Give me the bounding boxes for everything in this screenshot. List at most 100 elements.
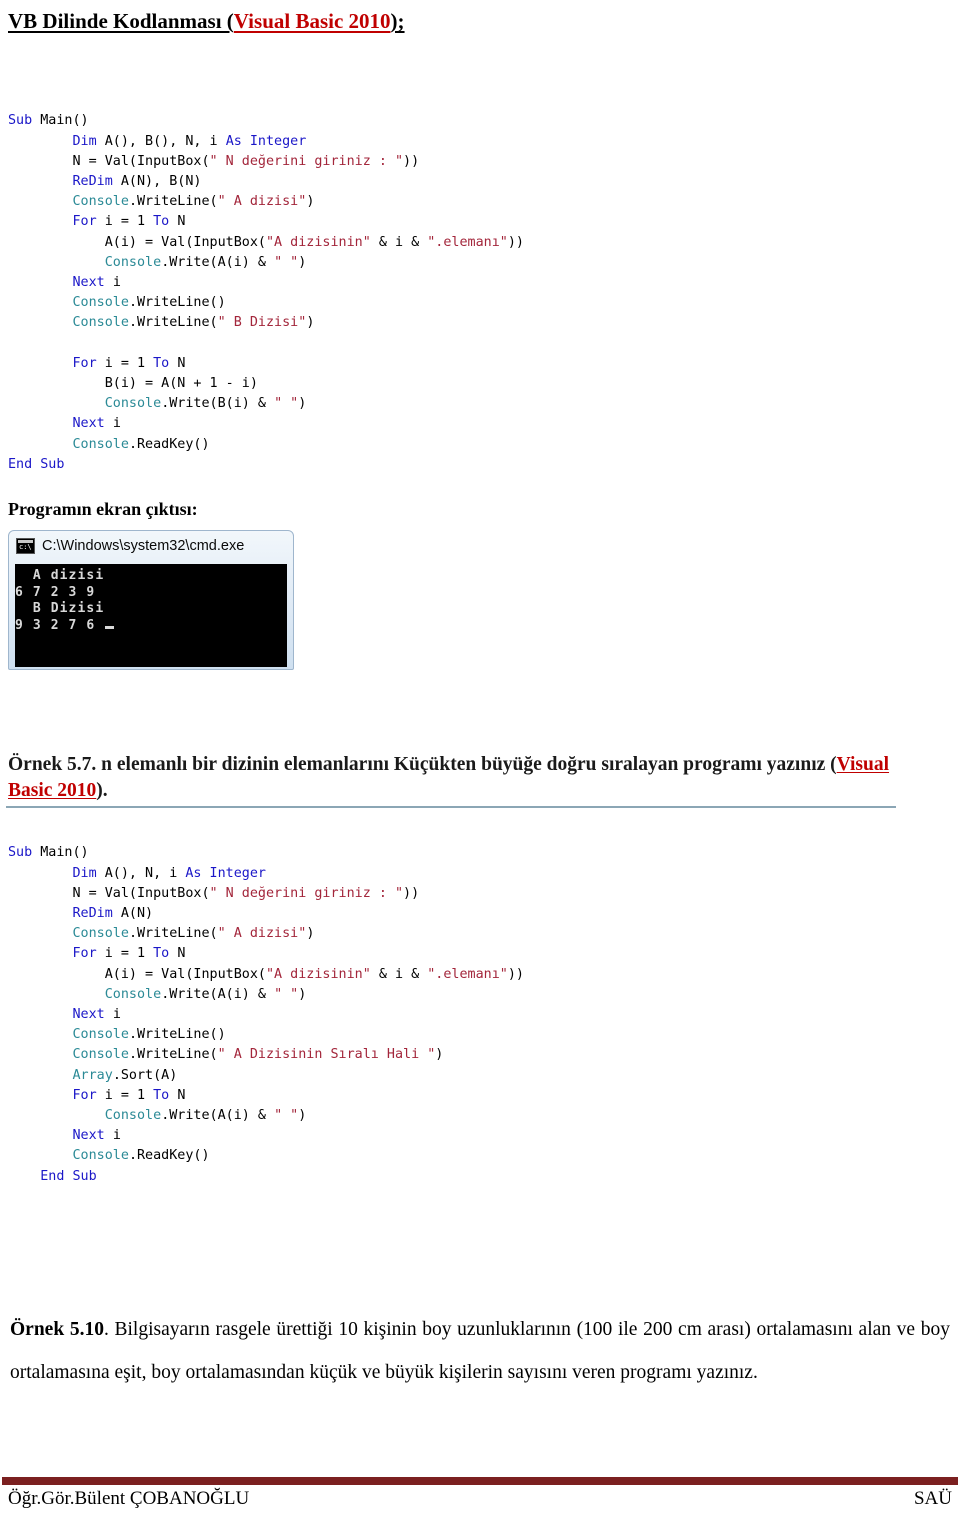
console-output-body: A dizisi 6 7 2 3 9 B Dizisi 9 3 2 7 6 (15, 564, 287, 667)
code-block-sort-array: Sub Main() Dim A(), N, i As Integer N = … (8, 843, 524, 1186)
code-token: A(i) = Val(InputBox( (8, 966, 266, 982)
code-token: ) (298, 986, 307, 1002)
exercise-57-label: Örnek 5.7. (8, 754, 97, 775)
cmd-icon (16, 538, 35, 554)
code-token: .WriteLine() (128, 295, 226, 311)
code-token: "A dizisinin" (265, 234, 371, 250)
code-token: Console (104, 986, 162, 1002)
code-token: " A Dizisinin Sıralı Hali " (217, 1047, 436, 1063)
code-token: " N değerini giriniz : " (209, 885, 404, 901)
code-token: ) (435, 1047, 444, 1063)
page-footer: Öğr.Gör.Bülent ÇOBANOĞLU SAÜ (8, 1488, 952, 1510)
code-token: " " (274, 254, 299, 270)
code-token: .Write(A(i) & (161, 1108, 275, 1124)
code-token: Next (72, 1128, 113, 1144)
code-token: " B Dizisi" (217, 315, 307, 331)
code-token: End Sub (8, 456, 65, 472)
code-token: To (153, 214, 178, 230)
code-token: Console (72, 194, 129, 210)
code-token: ) (306, 926, 315, 942)
code-token: " A dizisi" (217, 194, 307, 210)
code-token: ReDim (72, 906, 121, 921)
code-token: ) (298, 396, 307, 412)
code-token: Next (72, 275, 113, 291)
code-token: Console (72, 1047, 129, 1063)
code-token: .Write(B(i) & (161, 396, 275, 412)
code-token: i (112, 416, 121, 432)
code-token: For (72, 355, 105, 371)
code-token: Console (104, 396, 162, 412)
exercise-510-text: . Bilgisayarın rasgele ürettiği 10 kişin… (10, 1319, 950, 1383)
code-token: Console (104, 254, 162, 270)
code-token: & i & (370, 966, 428, 982)
footer-author: Öğr.Gör.Bülent ÇOBANOĞLU (8, 1488, 250, 1509)
code-token: i (112, 275, 121, 291)
code-token: i = 1 (104, 355, 154, 371)
code-token: Console (72, 436, 129, 452)
code-token: Array (72, 1067, 113, 1083)
code-token: .Write(A(i) & (161, 254, 275, 270)
code-token: For (72, 946, 105, 962)
code-token: End Sub (40, 1168, 97, 1184)
exercise-510-paragraph: Örnek 5.10. Bilgisayarın rasgele ürettiğ… (10, 1308, 950, 1394)
code-token: .Write(A(i) & (161, 986, 275, 1002)
code-token: i (112, 1128, 121, 1144)
console-titlebar: C:\Windows\system32\cmd.exe (9, 531, 293, 561)
code-token: Console (72, 295, 129, 311)
console-line: B Dizisi (15, 601, 105, 616)
code-token: N (177, 1087, 186, 1103)
code-token: " " (274, 986, 299, 1002)
code-token: " A dizisi" (217, 926, 307, 942)
code-token: ) (298, 1108, 307, 1124)
page-title-tail: ); (390, 9, 405, 33)
code-token: Sub (8, 845, 41, 861)
code-token: For (72, 214, 105, 230)
exercise-57-heading: Örnek 5.7. n elemanlı bir dizinin eleman… (8, 752, 898, 804)
code-token: " " (274, 1108, 299, 1124)
console-title-text: C:\Windows\system32\cmd.exe (42, 538, 245, 554)
code-token: N (177, 214, 186, 230)
code-token: .WriteLine( (128, 194, 218, 210)
code-token: )) (507, 966, 524, 982)
code-token: A(N) (120, 906, 154, 921)
code-token: As Integer (185, 865, 266, 881)
code-token: .WriteLine( (128, 926, 218, 942)
code-token: " " (274, 396, 299, 412)
code-token: N (177, 355, 186, 371)
section-divider (6, 806, 896, 808)
code-token: i = 1 (104, 214, 154, 230)
code-token: )) (403, 885, 420, 901)
console-line: 6 7 2 3 9 (15, 584, 96, 600)
code-token: ".elemanı" (427, 966, 508, 982)
code-token: As Integer (225, 133, 307, 149)
footer-institution: SAÜ (913, 1488, 952, 1509)
document-page: VB Dilinde Kodlanması (Visual Basic 2010… (0, 0, 960, 1518)
code-token: B(i) = A(N + 1 - i) (8, 376, 258, 392)
code-token: N = Val(InputBox( (8, 885, 210, 901)
console-cursor (105, 625, 115, 629)
code-token: "A dizisinin" (265, 966, 371, 982)
page-title-red: Visual Basic 2010 (233, 9, 391, 33)
code-token: i = 1 (104, 1087, 154, 1103)
code-token: A(), N, i (104, 865, 186, 881)
code-token: A(i) = Val(InputBox( (8, 234, 266, 250)
